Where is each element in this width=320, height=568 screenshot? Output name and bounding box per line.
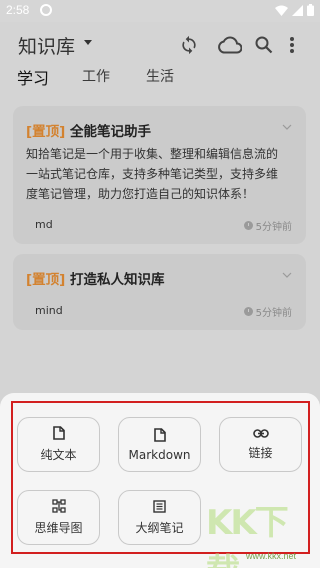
battery-icon <box>307 4 314 16</box>
note-preview-line: 一站式笔记仓库，支持多种笔记类型，支持多维 <box>26 167 279 181</box>
sync-icon[interactable] <box>178 34 200 56</box>
note-title: [置顶] 全能笔记助手 <box>26 120 151 140</box>
note-card[interactable]: [置顶] 打造私人知识库 mind 5分钟前 <box>13 254 306 330</box>
option-label: 大纲笔记 <box>135 520 184 535</box>
option-label: 链接 <box>248 445 273 460</box>
note-title: [置顶] 打造私人知识库 <box>26 268 165 288</box>
app-bar: 知识库 <box>0 22 320 68</box>
status-bar: 2:58 <box>0 0 320 22</box>
knowledge-base-title[interactable]: 知识库 <box>18 32 75 59</box>
dropdown-caret-icon[interactable] <box>84 40 92 45</box>
tab-life[interactable]: 生活 <box>146 66 174 86</box>
note-timestamp: 5分钟前 <box>243 304 292 319</box>
note-title-text: 全能笔记助手 <box>70 124 152 140</box>
search-icon[interactable] <box>253 34 275 56</box>
chevron-down-icon[interactable] <box>282 124 292 130</box>
clock-icon <box>243 307 253 316</box>
note-time-text: 5分钟前 <box>255 308 292 319</box>
option-label: Markdown <box>128 447 191 462</box>
note-preview-line: 知拾笔记是一个用于收集、整理和编辑信息流的 <box>26 147 279 161</box>
document-icon <box>52 426 65 440</box>
more-vert-icon[interactable] <box>284 34 300 56</box>
tab-study[interactable]: 学习 <box>17 65 49 89</box>
signal-icon <box>292 4 303 16</box>
note-preview-line: 度笔记管理，助力您打造自己的知识体系！ <box>26 187 255 201</box>
note-title-text: 打造私人知识库 <box>70 272 165 288</box>
new-mindmap-button[interactable]: 思维导图 <box>17 490 100 545</box>
chevron-down-icon[interactable] <box>282 272 292 278</box>
note-preview: 知拾笔记是一个用于收集、整理和编辑信息流的 一站式笔记仓库，支持多种笔记类型，支… <box>26 144 298 204</box>
new-link-button[interactable]: 链接 <box>219 417 302 472</box>
new-markdown-button[interactable]: Markdown <box>118 417 201 472</box>
category-tabs: 学习 工作 生活 <box>0 66 320 88</box>
tab-work[interactable]: 工作 <box>82 66 110 86</box>
link-icon <box>252 428 269 438</box>
option-label: 思维导图 <box>34 521 83 535</box>
document-icon <box>153 427 166 442</box>
new-plain-text-button[interactable]: 纯文本 <box>17 417 100 472</box>
note-timestamp: 5分钟前 <box>243 218 292 233</box>
pinned-tag: [置顶] <box>26 124 66 140</box>
status-icons <box>275 4 314 16</box>
note-card[interactable]: [置顶] 全能笔记助手 知拾笔记是一个用于收集、整理和编辑信息流的 一站式笔记仓… <box>13 106 306 244</box>
status-time: 2:58 <box>6 3 30 17</box>
settings-status-icon <box>40 4 52 16</box>
wifi-icon <box>275 5 288 16</box>
clock-icon <box>243 221 253 230</box>
new-outline-button[interactable]: 大纲笔记 <box>118 490 201 545</box>
note-type-label: mind <box>35 304 63 317</box>
option-label: 纯文本 <box>40 448 77 462</box>
pinned-tag: [置顶] <box>26 272 66 288</box>
mindmap-icon <box>51 499 66 513</box>
note-time-text: 5分钟前 <box>255 222 292 233</box>
note-type-label: md <box>35 218 53 231</box>
outline-icon <box>153 499 166 513</box>
watermark-logo: KK下载 www.kkx.net <box>206 495 318 568</box>
cloud-icon[interactable] <box>217 34 243 56</box>
watermark-url: www.kkx.net <box>246 551 297 561</box>
